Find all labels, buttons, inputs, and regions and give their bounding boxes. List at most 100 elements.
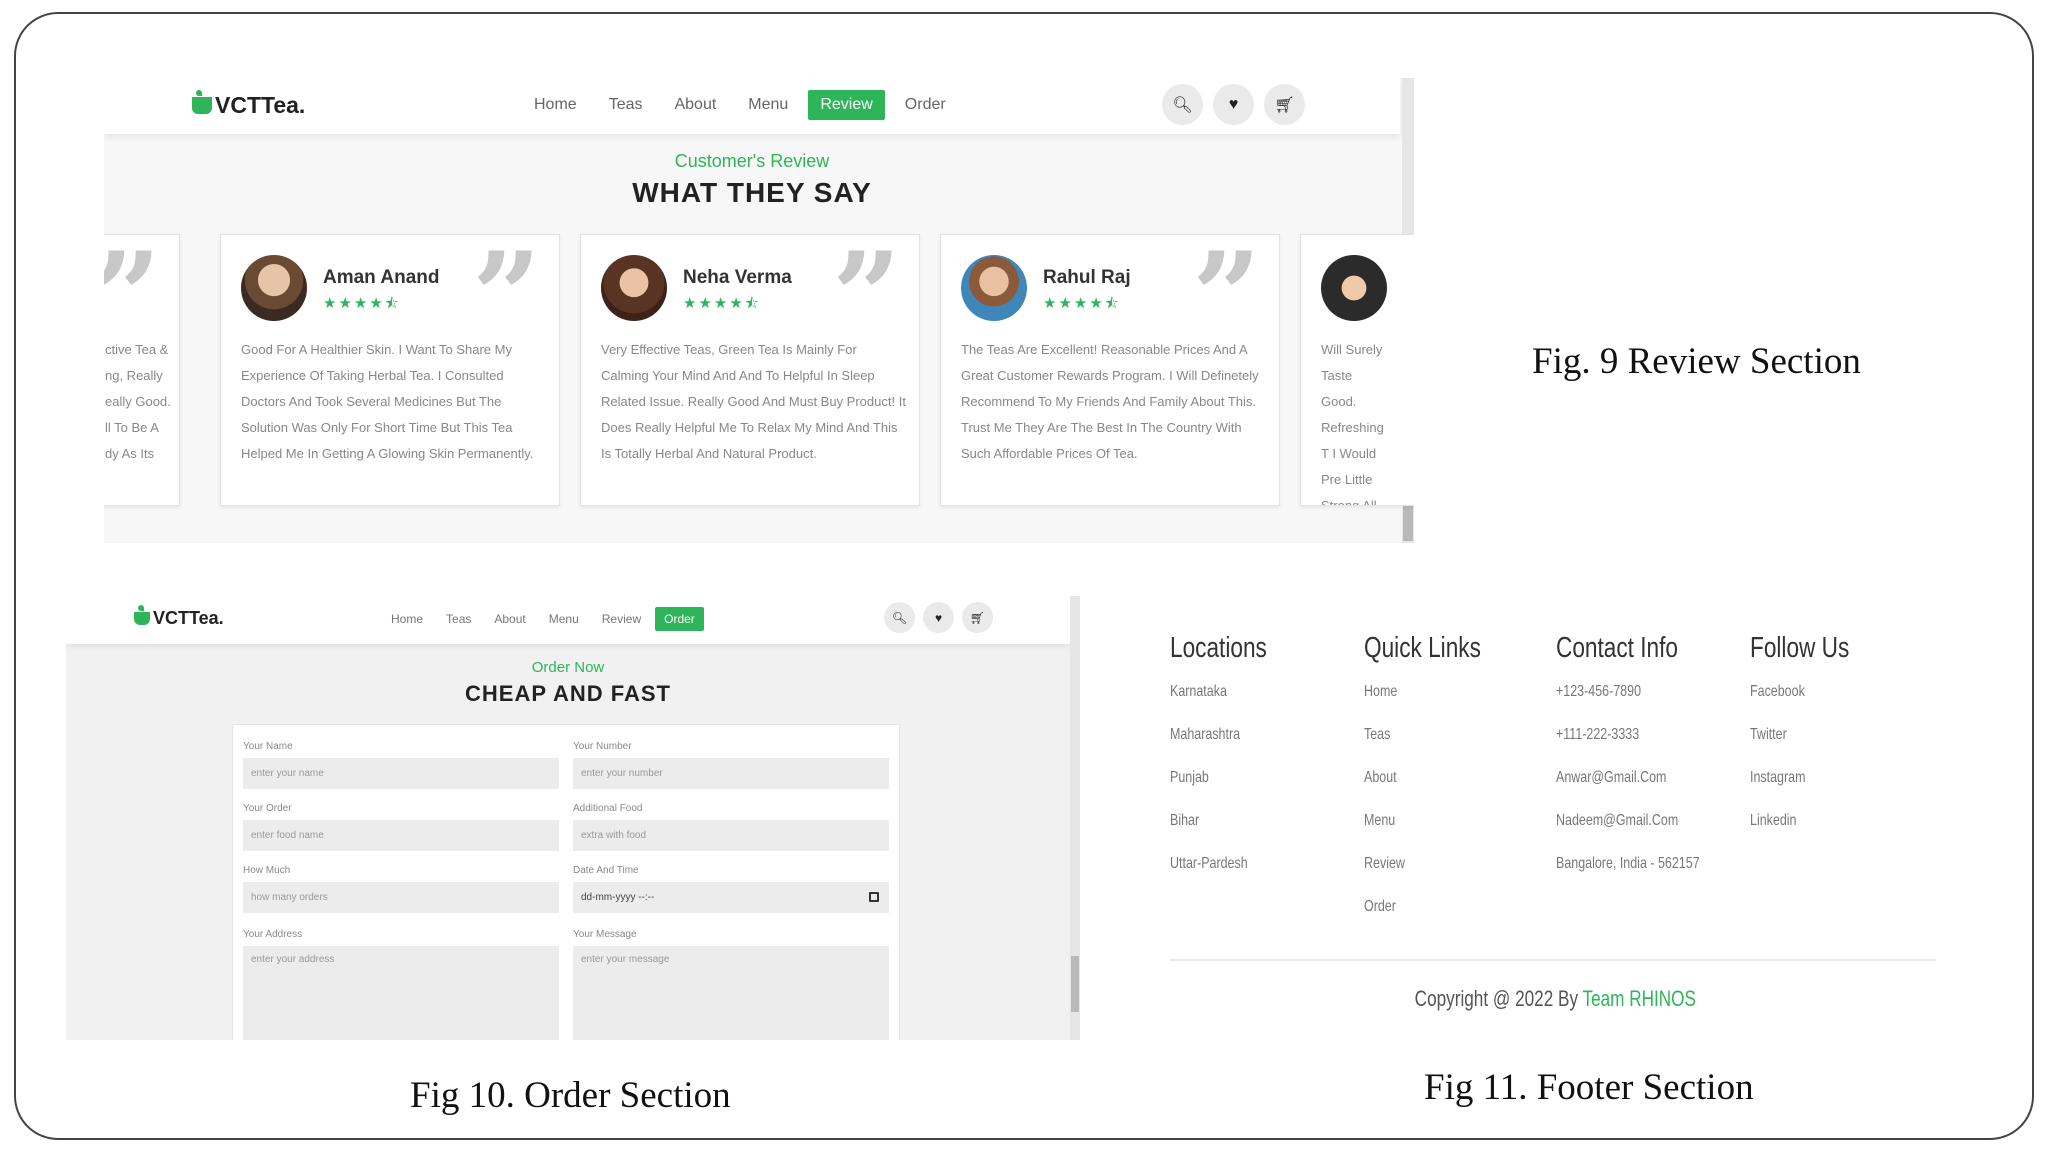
footer-column-contact-info: Contact Info +123-456-7890 +111-222-3333… [1556,632,1740,880]
heart-icon[interactable]: ♥ [923,602,954,633]
avatar [241,255,307,321]
review-text: ctive Tea & ng, Really eally Good. ll To… [105,342,171,461]
heart-icon[interactable]: ♥ [1213,84,1254,125]
nav-menu[interactable]: Menu [540,607,588,631]
message-label: Your Message [573,929,637,940]
search-icon[interactable]: 🔍︎ [884,602,915,633]
review-card: Neha Verma ★★★★⯪ ” Very Effective Teas, … [580,234,920,506]
message-textarea[interactable]: enter your message [573,946,889,1040]
footer-link[interactable]: Menu [1364,812,1481,837]
nav-menu[interactable]: Menu [736,90,800,120]
avatar [1321,255,1387,321]
footer-link[interactable]: Order [1364,898,1481,923]
how-much-input[interactable]: how many orders [243,882,559,913]
footer-heading: Contact Info [1556,632,1678,664]
nav-home[interactable]: Home [382,607,432,631]
footer-heading: Follow Us [1750,632,1850,664]
footer-link[interactable]: Instagram [1750,769,1849,794]
review-card: Rahul Raj ★★★★⯪ ” The Teas Are Excellent… [940,234,1280,506]
footer-link[interactable]: Twitter [1750,726,1849,751]
logo[interactable]: VCTTea. [134,605,224,629]
footer-link[interactable]: +111-222-3333 [1556,726,1700,751]
footer-link[interactable]: Maharashtra [1170,726,1267,751]
nav-order[interactable]: Order [893,90,958,120]
footer-link[interactable]: About [1364,769,1481,794]
footer-screenshot: Locations Karnataka Maharashtra Punjab B… [1150,612,1960,1042]
order-form: Your Name enter your name Your Number en… [232,724,900,1040]
footer-column-quick-links: Quick Links Home Teas About Menu Review … [1364,632,1514,923]
search-icon[interactable]: 🔍︎ [1162,84,1203,125]
name-input[interactable]: enter your name [243,758,559,789]
footer-divider [1170,959,1936,961]
section-title: WHAT THEY SAY [632,177,872,208]
cart-icon[interactable]: 🛒︎ [1264,84,1305,125]
order-label: Your Order [243,803,292,814]
navbar: VCTTea. Home Teas About Menu Review Orde… [66,596,1070,644]
footer-column-follow-us: Follow Us Facebook Twitter Instagram Lin… [1750,632,1877,837]
footer-link[interactable]: Linkedin [1750,812,1849,837]
review-text: Good For A Healthier Skin. I Want To Sha… [241,342,534,461]
logo-text: VCTTea. [215,92,306,118]
scrollbar-thumb[interactable] [1071,956,1079,1012]
footer-link[interactable]: Punjab [1170,769,1267,794]
how-much-label: How Much [243,865,291,876]
footer-link[interactable]: Teas [1364,726,1481,751]
section-subtitle: Order Now [531,659,605,676]
scrollbar[interactable] [1070,596,1080,1040]
calendar-icon[interactable] [869,892,879,902]
nav-teas[interactable]: Teas [597,90,655,120]
address-textarea[interactable]: enter your address [243,946,559,1040]
avatar [961,255,1027,321]
logo[interactable]: VCTTea. [192,90,306,119]
date-time-input[interactable]: dd-mm-yyyy --:-- [573,882,889,913]
footer-link[interactable]: Karnataka [1170,683,1267,708]
footer-column-locations: Locations Karnataka Maharashtra Punjab B… [1170,632,1294,880]
nav-about[interactable]: About [662,90,728,120]
review-text: Will Surely Taste Good. Refreshing T I W… [1321,342,1384,506]
copyright-brand[interactable]: Team RHINOS [1582,986,1695,1011]
rating-stars: ★★★★⯪ [1043,295,1121,312]
additional-food-label: Additional Food [573,803,643,814]
avatar [601,255,667,321]
navbar: VCTTea. Home Teas About Menu Review Orde… [104,78,1400,134]
rating-stars: ★★★★⯪ [323,295,401,312]
review-card: ” ctive Tea & ng, Really eally Good. ll … [104,234,180,506]
copyright: Copyright @ 2022 By Team RHINOS [1150,986,1960,1012]
number-label: Your Number [573,741,632,752]
footer-link[interactable]: Home [1364,683,1481,708]
logo-text: VCTTea. [153,608,224,628]
address-label: Your Address [243,929,303,940]
footer-link[interactable]: Bihar [1170,812,1267,837]
nav-review[interactable]: Review [808,90,885,120]
footer-link[interactable]: +123-456-7890 [1556,683,1700,708]
order-input[interactable]: enter food name [243,820,559,851]
review-screenshot: VCTTea. Home Teas About Menu Review Orde… [104,78,1414,543]
nav-teas[interactable]: Teas [437,607,480,631]
reviewer-name: Rahul Raj [1043,267,1131,288]
footer-link[interactable]: Nadeem@Gmail.Com [1556,812,1700,837]
footer-heading: Quick Links [1364,632,1481,664]
nav-about[interactable]: About [485,607,534,631]
footer-link[interactable]: Review [1364,855,1481,880]
fig11-caption: Fig 11. Footer Section [1424,1067,1754,1108]
footer-link[interactable]: Bangalore, India - 562157 [1556,855,1700,880]
footer-link[interactable]: Uttar-Pardesh [1170,855,1267,880]
nav-review[interactable]: Review [593,607,650,631]
footer-link[interactable]: Anwar@Gmail.Com [1556,769,1700,794]
fig9-caption: Fig. 9 Review Section [1532,341,1861,382]
fig10-caption: Fig 10. Order Section [410,1075,731,1116]
number-input[interactable]: enter your number [573,758,889,789]
order-screenshot: VCTTea. Home Teas About Menu Review Orde… [66,596,1080,1040]
cart-icon[interactable]: 🛒︎ [962,602,993,633]
tea-cup-icon [134,605,150,625]
review-text: The Teas Are Excellent! Reasonable Price… [961,342,1259,461]
footer-link[interactable]: Facebook [1750,683,1849,708]
nav-home[interactable]: Home [522,90,589,120]
rating-stars: ★★★★⯪ [683,295,761,312]
section-title: CHEAP AND FAST [465,681,671,706]
additional-food-input[interactable]: extra with food [573,820,889,851]
footer-heading: Locations [1170,632,1267,664]
tea-cup-icon [192,90,212,114]
review-text: Very Effective Teas, Green Tea Is Mainly… [601,342,906,461]
nav-order[interactable]: Order [655,607,704,631]
